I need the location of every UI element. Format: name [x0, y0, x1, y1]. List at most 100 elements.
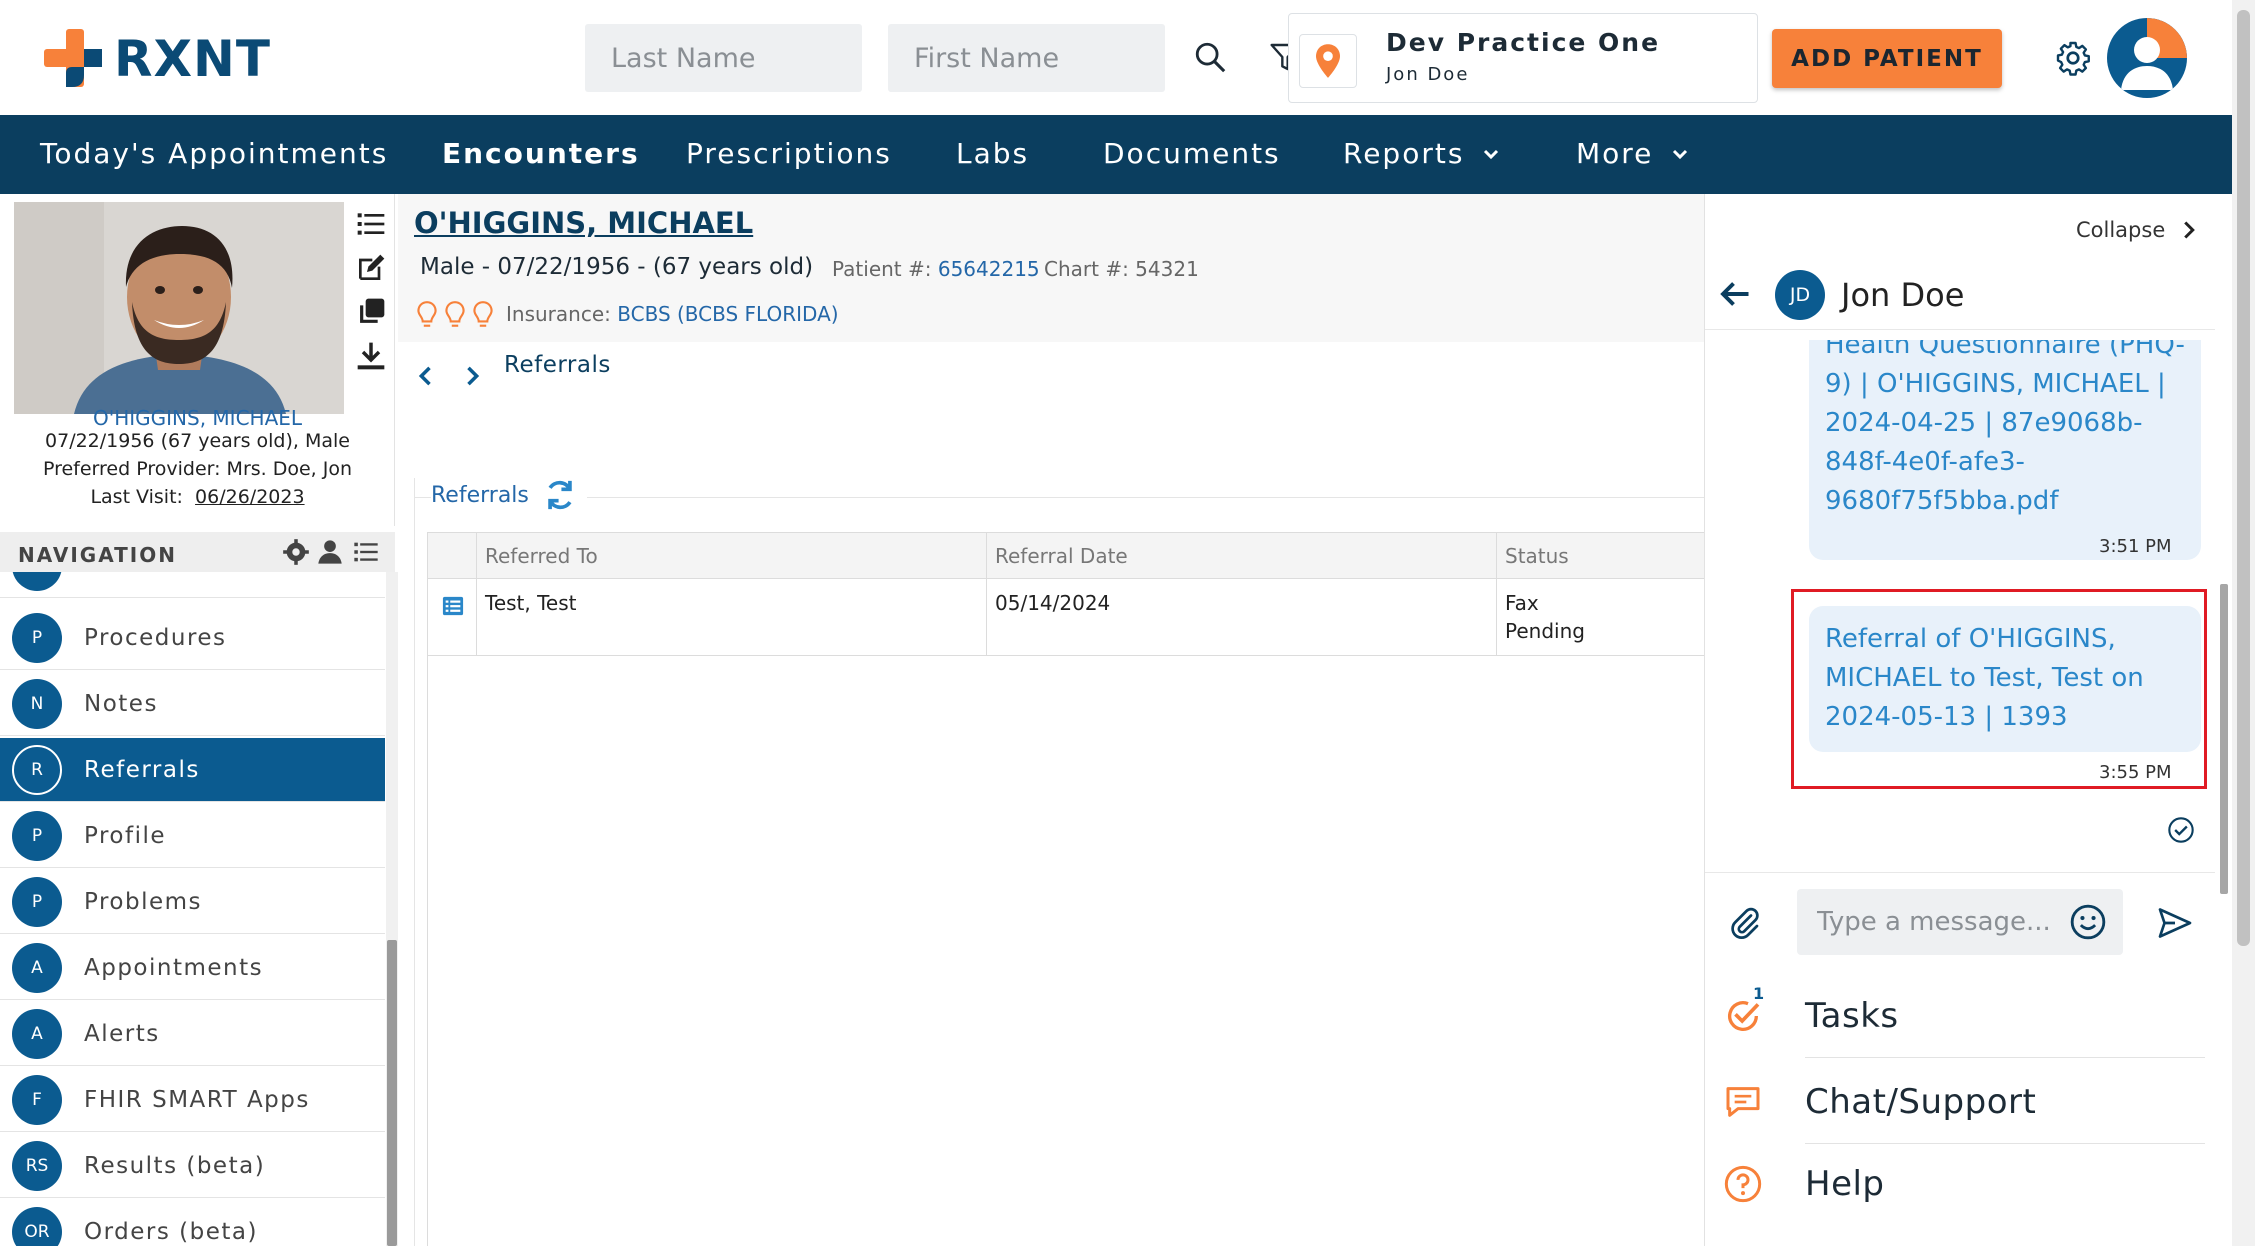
- nav-row-partial[interactable]: [0, 572, 385, 598]
- navigation-scroll-thumb[interactable]: [387, 940, 397, 1246]
- nav-row-procedures[interactable]: P Procedures: [0, 606, 385, 670]
- nav-more[interactable]: More: [1576, 137, 1689, 170]
- tasks-badge: 1: [1753, 984, 1765, 1003]
- navigation-header: NAVIGATION: [0, 532, 395, 572]
- app-header: RXNT Dev Practice One Jon Doe ADD PATIEN…: [0, 0, 2232, 115]
- table-header-status[interactable]: Status: [1496, 532, 1705, 579]
- nav-labs[interactable]: Labs: [956, 137, 1029, 170]
- list-icon[interactable]: [352, 538, 380, 566]
- send-icon[interactable]: [2157, 905, 2193, 941]
- edit-icon[interactable]: [355, 252, 387, 284]
- first-name-input[interactable]: [888, 24, 1165, 92]
- message-line: 2024-04-25 | 87e9068b-: [1825, 408, 2143, 438]
- patient-title-link[interactable]: O'HIGGINS, MICHAEL: [414, 206, 753, 240]
- chat-support-link[interactable]: Chat/Support: [1705, 1064, 2215, 1144]
- page-scrollbar[interactable]: [2232, 0, 2255, 1246]
- tasks-link[interactable]: 1 Tasks: [1705, 978, 2215, 1058]
- logo-text: RXNT: [114, 30, 272, 88]
- nav-row-label: Profile: [84, 822, 167, 849]
- nav-row-results-beta[interactable]: RS Results (beta): [0, 1134, 385, 1198]
- list-icon[interactable]: [355, 208, 387, 240]
- user-avatar[interactable]: [2107, 18, 2187, 98]
- rxnt-logo[interactable]: RXNT: [42, 28, 271, 90]
- add-patient-button[interactable]: ADD PATIENT: [1772, 29, 2002, 88]
- nav-initial-circle: F: [12, 1074, 62, 1125]
- message-line: 848f-4e0f-afe3-: [1825, 447, 2025, 477]
- nav-row-alerts[interactable]: A Alerts: [0, 1002, 385, 1066]
- message-bubble[interactable]: Referral of O'HIGGINS, MICHAEL to Test, …: [1809, 606, 2201, 752]
- message-bubble[interactable]: Health Questionnaire (PHQ- 9) | O'HIGGIN…: [1809, 340, 2201, 560]
- chat-panel: Collapse JD Jon Doe Health Questionnaire…: [1704, 194, 2232, 1246]
- navigation-scrollbar[interactable]: [386, 572, 398, 1246]
- details-icon[interactable]: [442, 595, 464, 617]
- collapse-button[interactable]: Collapse: [2076, 218, 2197, 242]
- download-icon[interactable]: [355, 340, 387, 372]
- message-line: 2024-05-13 | 1393: [1825, 702, 2068, 732]
- emoji-icon[interactable]: [2069, 903, 2107, 941]
- alert-bulbs: [416, 300, 494, 330]
- patient-number-link[interactable]: 65642215: [938, 257, 1040, 281]
- table-header-referred-to[interactable]: Referred To: [476, 532, 987, 579]
- chat-support-label: Chat/Support: [1805, 1082, 2037, 1122]
- table-row[interactable]: Test, Test 05/14/2024 Fax Pending: [427, 578, 1705, 656]
- nav-row-label: Appointments: [84, 954, 264, 981]
- nav-initial-circle: P: [12, 876, 62, 927]
- chat-header: JD Jon Doe: [1705, 260, 2215, 330]
- table-empty-area: [427, 656, 1704, 1246]
- last-visit: Last Visit: 06/26/2023: [0, 486, 395, 508]
- collapse-label: Collapse: [2076, 218, 2166, 242]
- insurance-label: Insurance:: [506, 302, 611, 326]
- nav-row-notes[interactable]: N Notes: [0, 672, 385, 736]
- nav-label: Labs: [956, 137, 1030, 170]
- nav-encounters[interactable]: Encounters: [442, 137, 640, 170]
- nav-reports[interactable]: Reports: [1343, 137, 1500, 170]
- chevron-left-icon[interactable]: [412, 362, 440, 390]
- practice-selector[interactable]: Dev Practice One Jon Doe: [1288, 13, 1758, 103]
- settings-button[interactable]: [2048, 33, 2098, 83]
- row-detail-cell[interactable]: [427, 578, 477, 656]
- chevron-down-icon: [1484, 149, 1499, 159]
- status-line-2: Pending: [1505, 619, 1585, 643]
- chat-scrollbar[interactable]: [2217, 254, 2229, 1000]
- lightbulb-icon[interactable]: [444, 300, 466, 330]
- gear-icon[interactable]: [282, 538, 310, 566]
- chat-scroll-thumb[interactable]: [2220, 584, 2228, 894]
- referrals-table: Referred To Referral Date Status Test, T…: [427, 532, 1705, 656]
- table-header-referral-date[interactable]: Referral Date: [986, 532, 1497, 579]
- nav-initial-circle: A: [12, 942, 62, 993]
- last-visit-date-link[interactable]: 06/26/2023: [195, 486, 305, 508]
- page-scroll-thumb[interactable]: [2237, 10, 2250, 946]
- back-arrow-icon[interactable]: [1717, 276, 1753, 312]
- patient-name-link[interactable]: O'HIGGINS, MICHAEL: [0, 406, 395, 430]
- nav-prescriptions[interactable]: Prescriptions: [686, 137, 892, 170]
- navigation-title: NAVIGATION: [18, 543, 177, 567]
- lightbulb-icon[interactable]: [416, 300, 438, 330]
- nav-row-appointments[interactable]: A Appointments: [0, 936, 385, 1000]
- search-button[interactable]: [1185, 32, 1235, 82]
- tasks-label: Tasks: [1805, 996, 1899, 1036]
- referrals-panel-title: Referrals: [431, 478, 587, 512]
- lightbulb-icon[interactable]: [472, 300, 494, 330]
- navigation-list: P Procedures N Notes R Referrals P Profile P…: [0, 572, 385, 1246]
- nav-row-referrals[interactable]: R Referrals: [0, 738, 385, 802]
- nav-row-problems[interactable]: P Problems: [0, 870, 385, 934]
- person-icon[interactable]: [316, 538, 344, 566]
- insurance-link[interactable]: BCBS (BCBS FLORIDA): [617, 302, 838, 326]
- nav-todays-appointments[interactable]: Today's Appointments: [40, 137, 388, 170]
- nav-row-fhir-smart-apps[interactable]: F FHIR SMART Apps: [0, 1068, 385, 1132]
- last-name-input[interactable]: [585, 24, 862, 92]
- nav-row-label: Orders (beta): [84, 1218, 258, 1245]
- chevron-right-icon[interactable]: [458, 362, 486, 390]
- help-icon: [1724, 1165, 1762, 1203]
- copy-icon[interactable]: [355, 296, 387, 328]
- nav-row-profile[interactable]: P Profile: [0, 804, 385, 868]
- help-link[interactable]: Help: [1705, 1146, 2215, 1226]
- chart-number: Chart #: 54321: [1044, 257, 1199, 281]
- paperclip-icon[interactable]: [1727, 903, 1763, 943]
- nav-documents[interactable]: Documents: [1103, 137, 1281, 170]
- practice-name: Dev Practice One: [1386, 28, 1661, 57]
- refresh-icon[interactable]: [543, 478, 577, 512]
- table-header-icon-col: [427, 532, 477, 579]
- nav-row-orders-beta[interactable]: OR Orders (beta): [0, 1200, 385, 1246]
- breadcrumb-current: Referrals: [504, 352, 611, 378]
